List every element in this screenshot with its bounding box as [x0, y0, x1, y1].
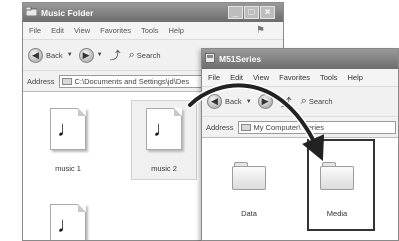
folder-item-data[interactable]: Data [224, 162, 274, 218]
file-label: music 2 [151, 164, 177, 173]
menu-bar: File Edit View Favorites Tools Help [202, 69, 398, 86]
file-item-music-2[interactable]: ♩ music 2 [131, 100, 197, 180]
drop-target-highlight [307, 139, 375, 231]
menu-view[interactable]: View [74, 26, 90, 35]
menu-file[interactable]: File [29, 26, 41, 35]
back-button[interactable]: ◀ [28, 47, 43, 63]
menu-edit[interactable]: Edit [230, 73, 243, 82]
search-icon[interactable]: ⌕ [129, 49, 135, 62]
search-icon[interactable]: ⌕ [301, 95, 307, 108]
back-label[interactable]: Back [225, 97, 242, 106]
minimize-button[interactable]: _ [228, 6, 243, 19]
back-dropdown-icon[interactable]: ▼ [67, 52, 73, 58]
forward-dropdown-icon[interactable]: ▼ [97, 52, 103, 58]
address-label: Address [206, 122, 234, 132]
file-item-music-1[interactable]: ♩ music 1 [43, 108, 93, 173]
menu-edit[interactable]: Edit [51, 26, 64, 35]
up-folder-icon[interactable]: ⤴ [110, 47, 121, 63]
back-dropdown-icon[interactable]: ▼ [246, 99, 252, 105]
music-folder-titlebar[interactable]: Music Folder _ □ × [23, 3, 283, 22]
folder-icon [61, 77, 72, 85]
drive-icon [205, 53, 215, 65]
back-arrow-icon: ◀ [211, 96, 218, 106]
address-input[interactable]: My Computer\ Series [237, 120, 396, 134]
address-path: C:\Documents and Settings\jd\Des [74, 76, 190, 86]
forward-button[interactable]: ▶ [78, 47, 94, 63]
folder-icon [25, 6, 38, 18]
folder-icon [232, 162, 266, 190]
menu-favorites[interactable]: Favorites [100, 26, 131, 35]
window-title: Music Folder [41, 7, 94, 18]
search-label[interactable]: Search [309, 97, 333, 106]
folder-label: Data [241, 209, 257, 218]
menu-bar: File Edit View Favorites Tools Help ⚑ [23, 22, 283, 39]
file-item-music-3[interactable]: ♩ [43, 204, 93, 240]
back-arrow-icon: ◀ [32, 49, 39, 60]
forward-arrow-icon: ▶ [261, 96, 269, 106]
back-label[interactable]: Back [46, 51, 63, 60]
menu-tools[interactable]: Tools [320, 73, 338, 82]
back-button[interactable]: ◀ [207, 94, 222, 109]
toolbar: ◀ Back ▼ ▶ ⤴ ⌕ Search [202, 86, 398, 116]
close-button[interactable]: × [260, 6, 275, 19]
menu-favorites[interactable]: Favorites [279, 73, 310, 82]
menu-help[interactable]: Help [348, 73, 363, 82]
search-label[interactable]: Search [137, 51, 161, 60]
file-label: music 1 [55, 164, 81, 173]
menu-file[interactable]: File [208, 73, 220, 82]
menu-tools[interactable]: Tools [141, 26, 159, 35]
up-folder-icon[interactable]: ⤴ [281, 94, 292, 110]
forward-arrow-icon: ▶ [82, 49, 90, 60]
address-label: Address [27, 76, 55, 86]
music-note-file-icon: ♩ [146, 108, 182, 150]
forward-button[interactable]: ▶ [257, 94, 273, 109]
computer-icon [240, 123, 251, 131]
menu-view[interactable]: View [253, 73, 269, 82]
music-note-file-icon: ♩ [50, 108, 86, 150]
m51series-titlebar[interactable]: M51Series [202, 49, 398, 69]
music-note-file-icon: ♩ [50, 204, 86, 240]
windows-logo-icon: ⚑ [256, 25, 265, 36]
address-path: My Computer\ Series [253, 122, 324, 132]
window-title: M51Series [219, 54, 262, 64]
maximize-button[interactable]: □ [244, 6, 259, 19]
address-bar: Address My Computer\ Series [202, 116, 398, 138]
menu-help[interactable]: Help [169, 26, 184, 35]
